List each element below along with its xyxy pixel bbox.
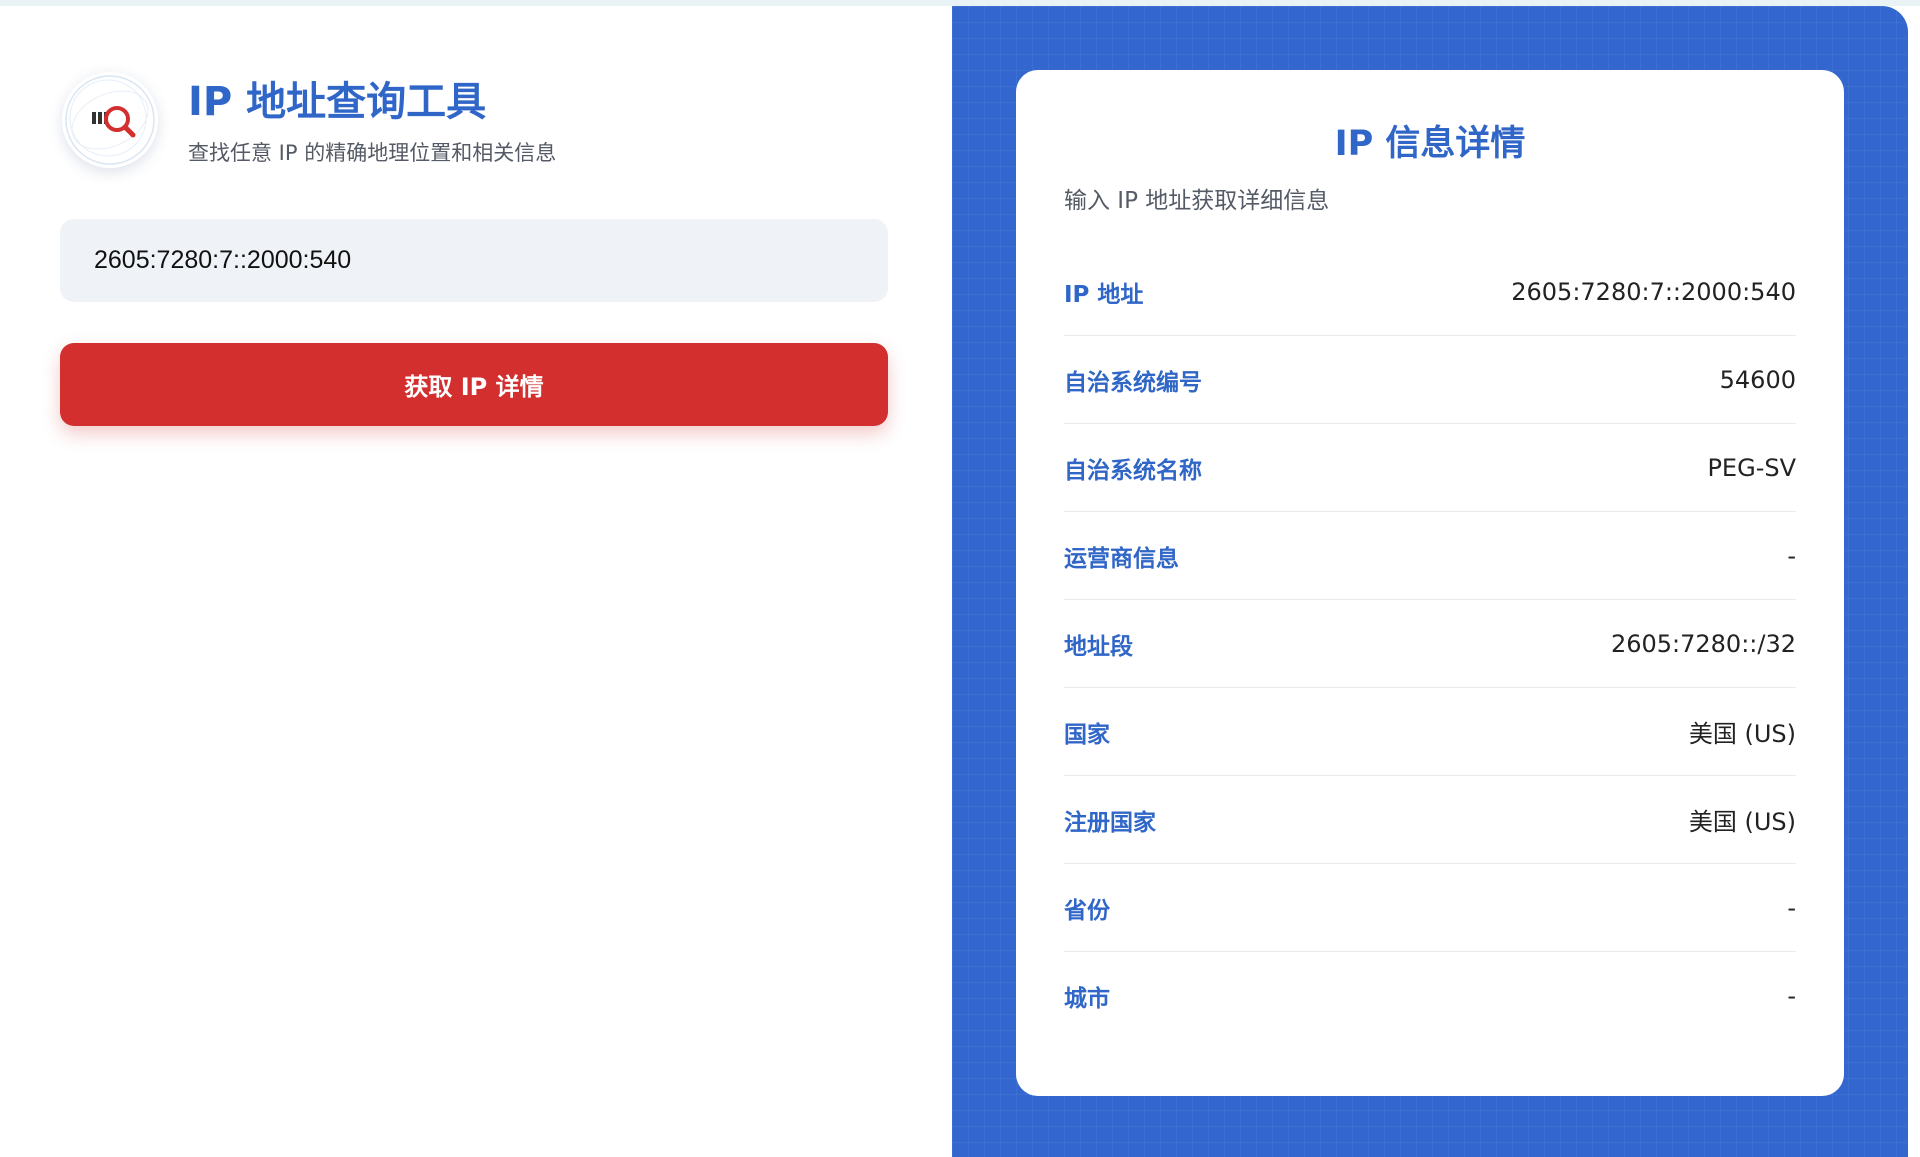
info-row-prefix: 地址段 2605:7280::/32	[1064, 600, 1796, 688]
info-label: 运营商信息	[1064, 545, 1179, 572]
card-title: IP 信息详情	[1334, 124, 1526, 164]
get-ip-details-button[interactable]: 获取 IP 详情	[60, 343, 888, 426]
info-value: 美国 (US)	[1688, 808, 1796, 836]
page-title: IP 地址查询工具	[188, 79, 487, 125]
info-row-isp: 运营商信息 -	[1064, 512, 1796, 600]
info-label: 地址段	[1064, 633, 1133, 660]
info-label: IP 地址	[1064, 281, 1144, 308]
info-label: 城市	[1064, 986, 1110, 1012]
info-value: -	[1787, 541, 1796, 570]
info-value: PEG-SV	[1707, 453, 1796, 482]
page-subtitle: 查找任意 IP 的精确地理位置和相关信息	[188, 141, 557, 165]
info-list: IP 地址 2605:7280:7::2000:540 自治系统编号 54600…	[1064, 248, 1796, 1040]
info-row-as-name: 自治系统名称 PEG-SV	[1064, 424, 1796, 512]
results-panel: IP 信息详情 输入 IP 地址获取详细信息 IP 地址 2605:7280:7…	[952, 6, 1908, 1157]
info-row-ip-address: IP 地址 2605:7280:7::2000:540	[1064, 248, 1796, 336]
info-value: 54600	[1719, 365, 1796, 394]
info-label: 自治系统名称	[1064, 457, 1202, 484]
info-label: 省份	[1064, 897, 1110, 924]
ip-info-card: IP 信息详情 输入 IP 地址获取详细信息 IP 地址 2605:7280:7…	[1016, 70, 1844, 1096]
search-ip-logo-icon	[65, 75, 155, 165]
info-row-asn: 自治系统编号 54600	[1064, 336, 1796, 424]
info-value: 美国 (US)	[1688, 720, 1796, 748]
info-label: 自治系统编号	[1064, 369, 1202, 396]
info-value: 2605:7280::/32	[1610, 629, 1796, 658]
search-panel: IP 地址查询工具 查找任意 IP 的精确地理位置和相关信息 获取 IP 详情	[0, 6, 952, 1157]
info-row-province: 省份 -	[1064, 864, 1796, 952]
info-row-country: 国家 美国 (US)	[1064, 688, 1796, 776]
app-logo	[62, 72, 158, 168]
card-subtitle: 输入 IP 地址获取详细信息	[1064, 188, 1330, 214]
info-value: -	[1787, 893, 1796, 922]
info-value: -	[1787, 982, 1796, 1010]
info-label: 注册国家	[1064, 809, 1156, 836]
info-row-registered-country: 注册国家 美国 (US)	[1064, 776, 1796, 864]
info-row-city: 城市 -	[1064, 952, 1796, 1040]
info-value: 2605:7280:7::2000:540	[1511, 277, 1796, 306]
ip-address-input[interactable]	[60, 219, 888, 302]
info-label: 国家	[1064, 721, 1110, 748]
